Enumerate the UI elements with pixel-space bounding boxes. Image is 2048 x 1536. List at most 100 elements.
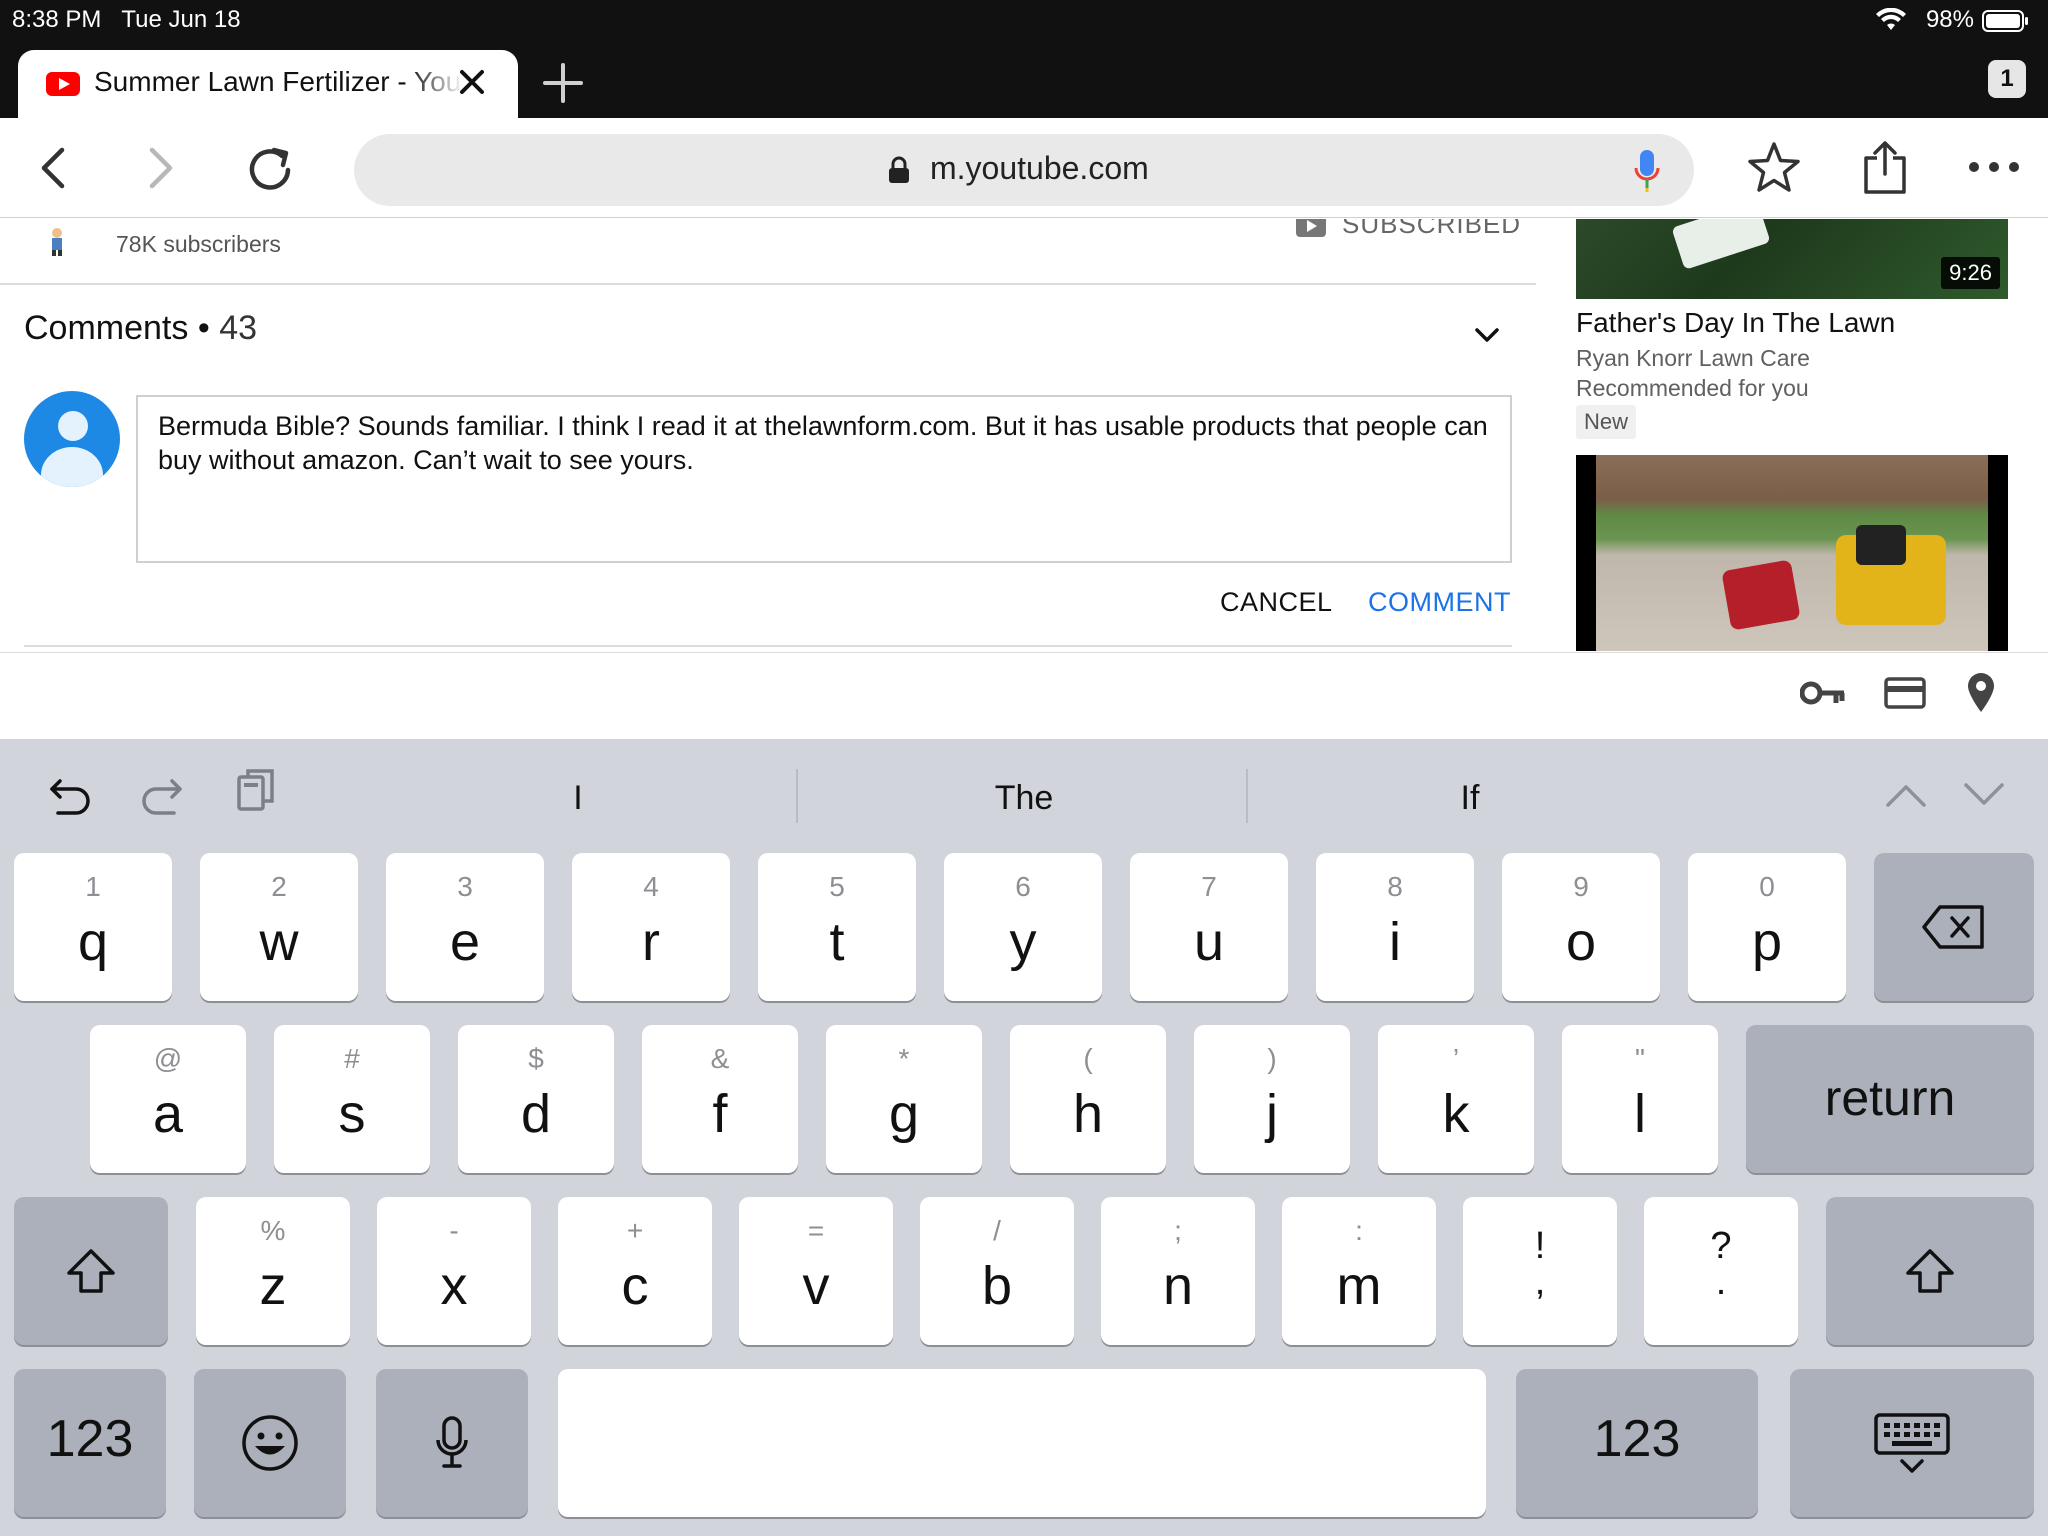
chevron-down-icon[interactable] xyxy=(1962,781,2006,809)
key-label: return xyxy=(1824,1070,1956,1126)
password-key-icon[interactable] xyxy=(1800,679,1846,707)
chevron-up-icon[interactable] xyxy=(1884,781,1928,809)
shift-icon xyxy=(67,1249,115,1293)
key-s[interactable]: # s xyxy=(274,1025,430,1173)
key-k[interactable]: ’ k xyxy=(1378,1025,1534,1173)
key-f[interactable]: & f xyxy=(642,1025,798,1173)
close-tab-icon[interactable] xyxy=(454,64,490,100)
keyboard-dismiss-icon xyxy=(1874,1413,1950,1473)
new-badge: New xyxy=(1576,405,1637,439)
shift-key-left[interactable] xyxy=(14,1197,168,1345)
key-sub-label: ; xyxy=(1174,1215,1182,1246)
key-sub-label: + xyxy=(626,1215,644,1246)
emoji-icon xyxy=(242,1415,298,1471)
suggestion-divider xyxy=(796,769,798,823)
dismiss-keyboard-key[interactable] xyxy=(1790,1369,2034,1517)
divider xyxy=(0,283,1536,285)
forward-button[interactable] xyxy=(136,144,184,192)
voice-search-icon[interactable] xyxy=(1634,150,1660,192)
key-n[interactable]: ; n xyxy=(1101,1197,1255,1345)
share-button[interactable] xyxy=(1860,140,1910,196)
key-e[interactable]: 3e xyxy=(386,853,544,1001)
back-button[interactable] xyxy=(30,144,78,192)
key-p[interactable]: 0p xyxy=(1688,853,1846,1001)
key-q[interactable]: 1q xyxy=(14,853,172,1001)
tab-switcher-button[interactable]: 1 xyxy=(1988,60,2026,98)
key-h[interactable]: (h xyxy=(1010,1025,1166,1173)
key-sub-label: 0 xyxy=(1759,871,1775,902)
key-sub-label: 5 xyxy=(829,871,845,902)
key-label: j xyxy=(1266,1084,1278,1144)
numbers-key-right[interactable]: 123 xyxy=(1516,1369,1758,1517)
key-question-period[interactable]: ?. xyxy=(1644,1197,1798,1345)
browser-tab[interactable]: Summer Lawn Fertilizer - YouTube xyxy=(18,50,518,118)
key-x[interactable]: -x xyxy=(377,1197,531,1345)
key-sub-label: ’ xyxy=(1452,1043,1460,1074)
subscribed-label: SUBSCRIBED xyxy=(1342,219,1522,239)
comment-submit-button[interactable]: COMMENT xyxy=(1368,587,1511,618)
cancel-button[interactable]: CANCEL xyxy=(1220,587,1333,618)
key-sub-label: = xyxy=(807,1215,825,1246)
recommended-video-thumbnail[interactable]: 9:26 xyxy=(1576,219,2008,299)
key-label: e xyxy=(449,912,481,972)
address-bar[interactable]: m.youtube.com xyxy=(354,134,1694,206)
key-c[interactable]: + c xyxy=(558,1197,712,1345)
key-w[interactable]: 2w xyxy=(200,853,358,1001)
reload-button[interactable] xyxy=(244,144,296,196)
key-d[interactable]: $ d xyxy=(458,1025,614,1173)
key-o[interactable]: 9o xyxy=(1502,853,1660,1001)
delete-key[interactable] xyxy=(1874,853,2034,1001)
location-pin-icon[interactable] xyxy=(1966,671,1996,713)
suggestion-1[interactable]: I xyxy=(428,779,728,818)
key-label: i xyxy=(1389,912,1401,972)
key-l[interactable]: " l xyxy=(1562,1025,1718,1173)
shift-key-right[interactable] xyxy=(1826,1197,2034,1345)
key-r[interactable]: 4r xyxy=(572,853,730,1001)
key-m[interactable]: :m xyxy=(1282,1197,1436,1345)
key-t[interactable]: 5t xyxy=(758,853,916,1001)
space-key[interactable] xyxy=(558,1369,1486,1517)
paste-icon[interactable] xyxy=(236,767,276,813)
key-exclaim-comma[interactable]: !, xyxy=(1463,1197,1617,1345)
key-z[interactable]: % z xyxy=(196,1197,350,1345)
on-screen-keyboard: I The If 1q 2w 3e 4r 5t 6y 7u 8i 9o 0p @… xyxy=(0,739,2048,1536)
new-tab-button[interactable] xyxy=(540,60,586,106)
key-y[interactable]: 6y xyxy=(944,853,1102,1001)
key-j[interactable]: ) j xyxy=(1194,1025,1350,1173)
autofill-accessory-bar xyxy=(0,652,2048,738)
recommended-video-title[interactable]: Father's Day In The Lawn xyxy=(1576,307,1895,339)
suggestion-2[interactable]: The xyxy=(874,779,1174,818)
comment-input[interactable]: Bermuda Bible? Sounds familiar. I think … xyxy=(136,395,1512,563)
key-u[interactable]: 7u xyxy=(1130,853,1288,1001)
status-date: Tue Jun 18 xyxy=(121,6,241,33)
chevron-down-icon[interactable] xyxy=(1472,323,1502,347)
redo-icon[interactable] xyxy=(138,769,186,817)
key-sub-label: 1 xyxy=(85,871,101,902)
suggestion-3[interactable]: If xyxy=(1320,779,1620,818)
emoji-key[interactable] xyxy=(194,1369,346,1517)
credit-card-icon[interactable] xyxy=(1884,677,1926,709)
key-sub-label: % xyxy=(260,1215,286,1246)
key-sub-label: " xyxy=(1635,1043,1645,1074)
return-key[interactable]: return xyxy=(1746,1025,2034,1173)
bookmark-star-button[interactable] xyxy=(1746,140,1802,196)
key-i[interactable]: 8i xyxy=(1316,853,1474,1001)
key-v[interactable]: = v xyxy=(739,1197,893,1345)
more-options-button[interactable] xyxy=(1966,154,2022,180)
thumbnail-mower-seat xyxy=(1856,525,1906,565)
dictation-key[interactable] xyxy=(376,1369,528,1517)
key-b[interactable]: / b xyxy=(920,1197,1074,1345)
subscribed-button[interactable]: SUBSCRIBED xyxy=(1296,219,1520,245)
numbers-key-left[interactable]: 123 xyxy=(14,1369,166,1517)
comments-count: 43 xyxy=(219,309,258,347)
undo-icon[interactable] xyxy=(46,769,94,817)
page-content: 78K subscribers SUBSCRIBED Comments • 43… xyxy=(0,219,2048,651)
channel-avatar[interactable] xyxy=(40,223,74,257)
shift-icon xyxy=(1906,1249,1954,1293)
key-label: v xyxy=(802,1256,830,1316)
key-a[interactable]: @ a xyxy=(90,1025,246,1173)
recommended-video-thumbnail-2[interactable] xyxy=(1576,455,2008,651)
key-g[interactable]: * g xyxy=(826,1025,982,1173)
key-label: s xyxy=(338,1084,366,1144)
tab-title: Summer Lawn Fertilizer - YouTube xyxy=(94,66,464,97)
